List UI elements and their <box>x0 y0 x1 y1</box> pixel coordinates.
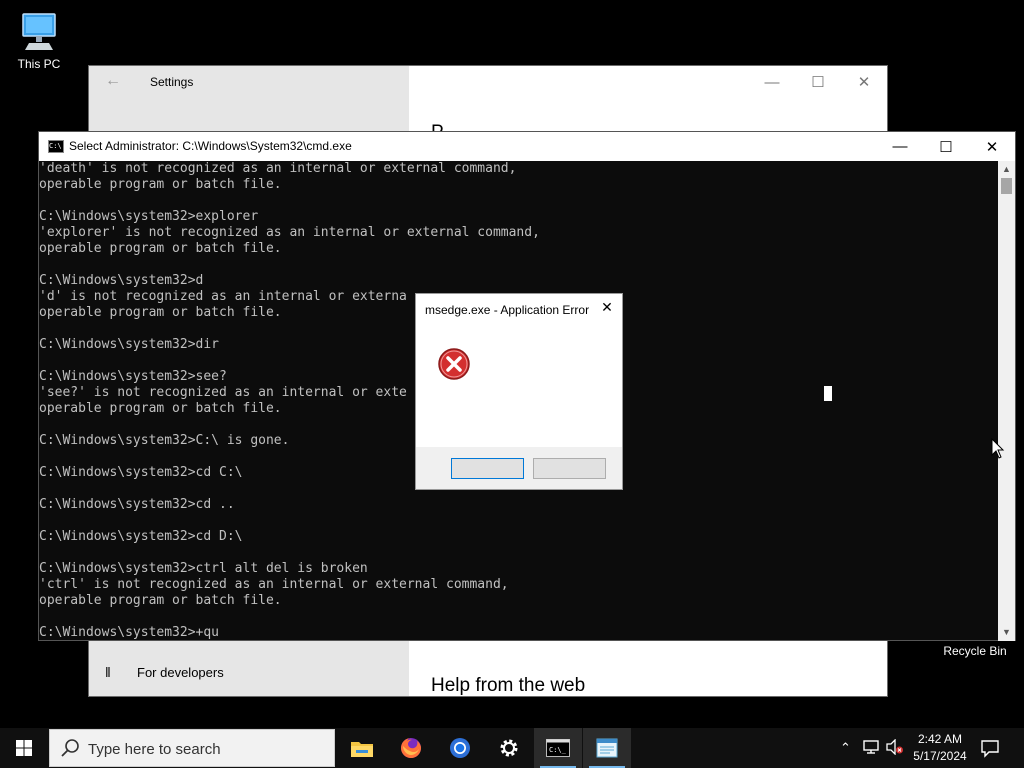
settings-gear-icon <box>500 739 518 757</box>
console-line: 'explorer' is not recognized as an inter… <box>39 225 540 240</box>
settings-close-button[interactable]: ✕ <box>841 66 887 98</box>
sidebar-item-for-developers[interactable]: ‖ For developers <box>105 664 224 680</box>
taskbar-app-cmd[interactable]: C:\_ <box>534 728 582 768</box>
cmd-title: Select Administrator: C:\Windows\System3… <box>69 139 352 153</box>
svg-text:C:\_: C:\_ <box>549 746 567 754</box>
scrollbar-thumb[interactable] <box>1001 178 1012 194</box>
settings-minimize-button[interactable]: — <box>749 66 795 98</box>
developer-tools-icon: ‖ <box>105 664 111 680</box>
console-line: C:\Windows\system32>cd .. <box>39 497 235 512</box>
taskbar: Type here to search C:\_ ⌃ 2:42 AM 5/17/… <box>0 728 1024 768</box>
cmd-close-button[interactable]: ✕ <box>969 132 1015 161</box>
notepad-icon <box>596 738 618 758</box>
application-error-dialog[interactable]: msedge.exe - Application Error ✕ <box>415 293 623 490</box>
console-line: C:\Windows\system32>+qu <box>39 625 220 640</box>
cmd-scrollbar[interactable]: ▲ ▼ <box>998 161 1015 641</box>
taskbar-search-box[interactable]: Type here to search <box>49 729 335 767</box>
search-icon <box>61 739 79 757</box>
back-arrow-icon[interactable]: ← <box>105 72 121 90</box>
taskbar-app-firefox[interactable] <box>387 728 435 768</box>
action-center-icon[interactable] <box>980 738 1000 763</box>
cmd-icon: C:\ <box>48 140 64 153</box>
settings-title: Settings <box>150 75 194 89</box>
scroll-down-arrow-icon[interactable]: ▼ <box>998 624 1015 641</box>
dialog-title: msedge.exe - Application Error <box>425 303 590 317</box>
chrome-icon <box>450 738 470 758</box>
desktop-icon-label: Recycle Bin <box>943 644 1007 658</box>
sidebar-item-label: For developers <box>137 664 224 680</box>
console-line: C:\Windows\system32>d <box>39 273 204 288</box>
taskbar-app-file-explorer[interactable] <box>338 728 386 768</box>
dialog-cancel-button[interactable] <box>533 458 606 479</box>
windows-logo-icon <box>16 740 32 756</box>
taskbar-app-chrome[interactable] <box>436 728 484 768</box>
settings-titlebar[interactable]: ← Settings — ☐ ✕ <box>89 66 887 98</box>
console-line: 'ctrl' is not recognized as an internal … <box>39 577 509 592</box>
network-icon[interactable] <box>862 739 880 758</box>
console-line: C:\Windows\system32>ctrl alt del is brok… <box>39 561 368 576</box>
cmd-titlebar[interactable]: C:\ Select Administrator: C:\Windows\Sys… <box>39 132 1015 161</box>
search-placeholder: Type here to search <box>88 741 221 758</box>
text-cursor <box>824 386 832 401</box>
mouse-pointer-icon <box>991 437 1005 465</box>
chevron-up-icon[interactable]: ⌃ <box>840 740 851 756</box>
scroll-up-arrow-icon[interactable]: ▲ <box>998 161 1015 178</box>
desktop-icon-this-pc[interactable]: This PC <box>4 10 74 71</box>
console-line: C:\Windows\system32>explorer <box>39 209 259 224</box>
start-button[interactable] <box>0 728 48 768</box>
firefox-icon <box>401 738 421 758</box>
taskbar-clock[interactable]: 2:42 AM 5/17/2024 <box>906 731 974 765</box>
dialog-ok-button[interactable] <box>451 458 524 479</box>
file-explorer-icon <box>351 742 373 757</box>
console-line: 'death' is not recognized as an internal… <box>39 161 517 176</box>
console-line: operable program or batch file. <box>39 241 282 256</box>
console-line: operable program or batch file. <box>39 177 282 192</box>
dialog-close-button[interactable]: ✕ <box>598 298 616 316</box>
console-line: operable program or batch file. <box>39 593 282 608</box>
clock-date: 5/17/2024 <box>913 749 967 763</box>
taskbar-app-notepad[interactable] <box>583 728 631 768</box>
help-heading: Help from the web <box>431 675 586 696</box>
error-icon <box>437 347 471 386</box>
taskbar-app-settings[interactable] <box>485 728 533 768</box>
clock-time: 2:42 AM <box>917 732 963 746</box>
cmd-maximize-button[interactable]: ☐ <box>923 132 969 161</box>
cmd-minimize-button[interactable]: — <box>877 132 923 161</box>
desktop-icon-label: This PC <box>17 57 61 71</box>
volume-muted-icon[interactable] <box>886 738 904 758</box>
cmd-icon: C:\_ <box>546 739 570 757</box>
console-line: C:\Windows\system32>cd D:\ <box>39 529 243 544</box>
dialog-footer <box>416 447 622 489</box>
settings-maximize-button[interactable]: ☐ <box>795 66 841 98</box>
computer-icon <box>22 13 56 50</box>
